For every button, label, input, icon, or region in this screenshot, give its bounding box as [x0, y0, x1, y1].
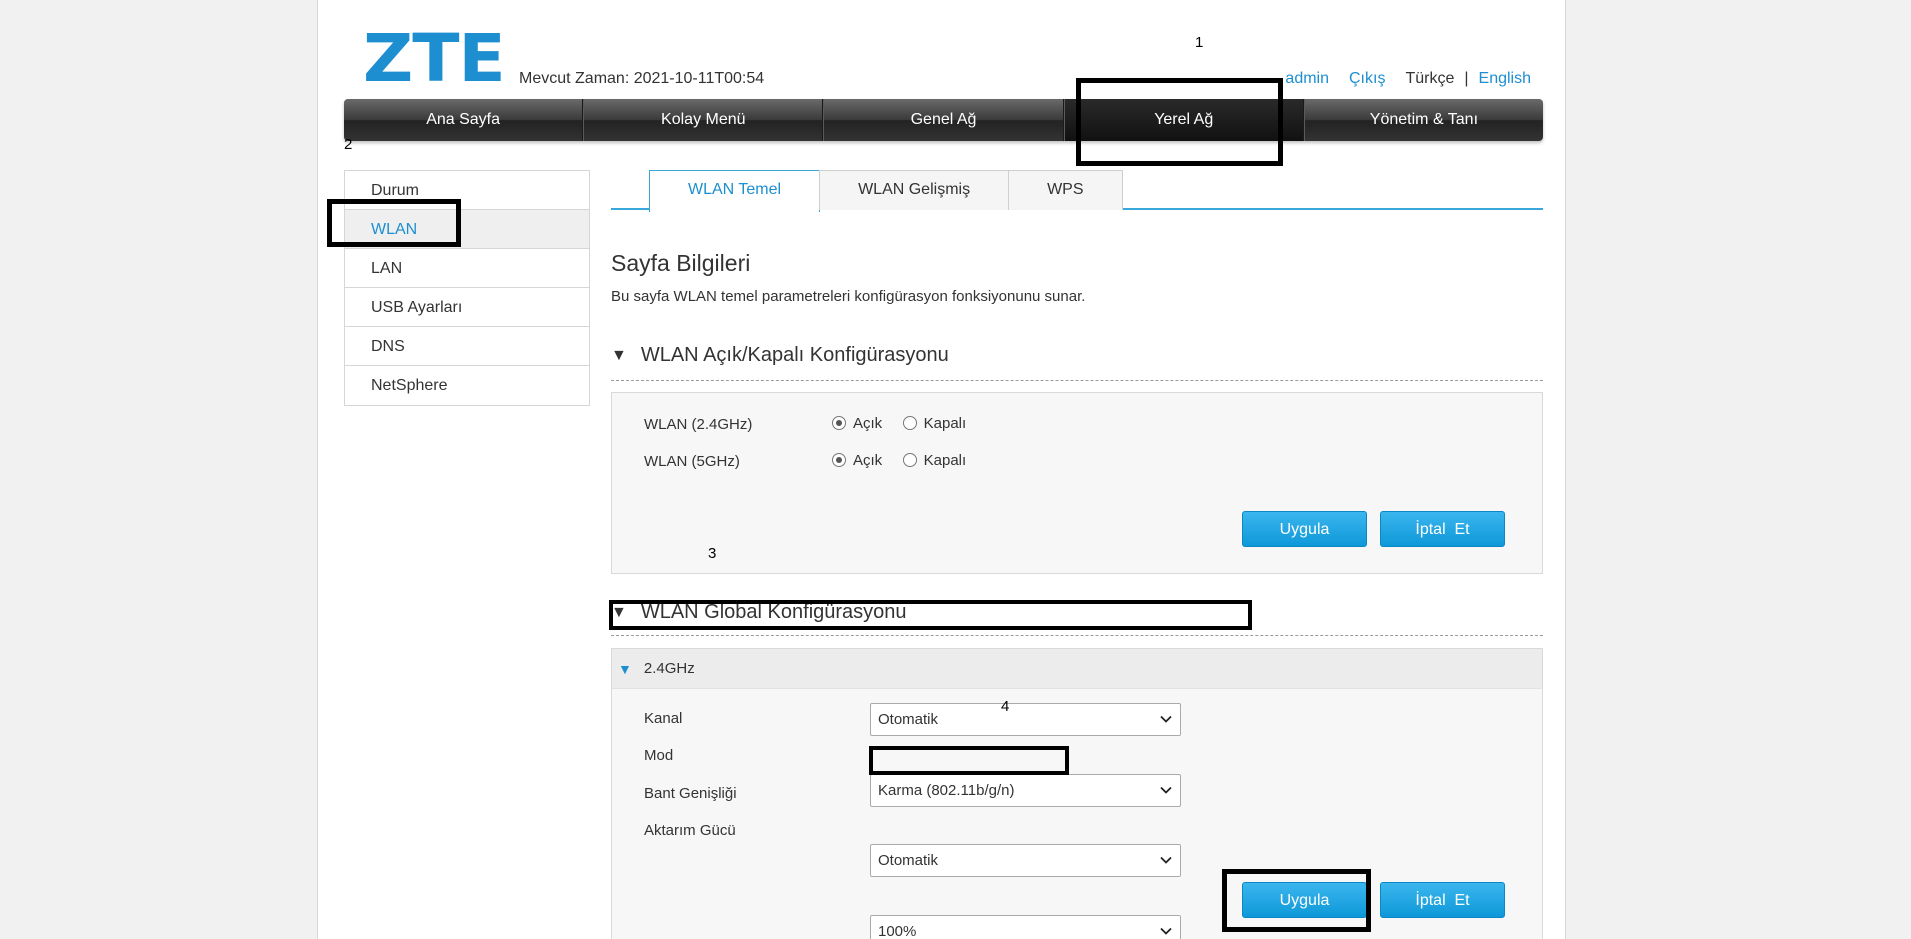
nav-item-easy-menu[interactable]: Kolay Menü: [583, 99, 824, 141]
bandwidth-select[interactable]: Otomatik: [870, 844, 1181, 877]
bandwidth-value: Otomatik: [878, 852, 939, 869]
sidebar-item-netsphere[interactable]: NetSphere: [345, 366, 589, 405]
annotation-box-global-section: [609, 600, 1252, 630]
annotation-box-apply: [1222, 869, 1371, 932]
annotation-number-3: 3: [708, 545, 717, 562]
tx-power-label: Aktarım Gücü: [644, 822, 736, 839]
wlan-5-radios: Açık Kapalı: [832, 452, 982, 470]
tx-power-value: 100%: [878, 923, 917, 939]
wlan-24-off-label: Kapalı: [923, 415, 967, 432]
triangle-down-icon: ▼: [618, 660, 632, 677]
mode-value: Karma (802.11b/g/n): [878, 782, 1015, 799]
onoff-section-header[interactable]: ▼ WLAN Açık/Kapalı Konfigürasyonu: [611, 344, 949, 367]
global-cancel-button[interactable]: İptal Et: [1380, 882, 1505, 918]
language-separator: |: [1464, 70, 1469, 87]
annotation-box-mode: [869, 746, 1069, 775]
mode-select[interactable]: Karma (802.11b/g/n): [870, 774, 1181, 807]
sidebar-item-dns[interactable]: DNS: [345, 327, 589, 366]
nav-item-wan[interactable]: Genel Ağ: [823, 99, 1064, 141]
tx-power-select[interactable]: 100%: [870, 915, 1181, 939]
bandwidth-label: Bant Genişliği: [644, 785, 737, 802]
onoff-apply-button[interactable]: Uygula: [1242, 511, 1367, 547]
chevron-down-icon: [1160, 786, 1172, 794]
main-nav: Ana Sayfa Kolay Menü Genel Ağ Yerel Ağ Y…: [344, 99, 1543, 141]
global-config-box: Kanal Otomatik Mod Karma (802.11b/g/n) B…: [611, 688, 1543, 939]
router-admin-page: ZTE Mevcut Zaman: 2021-10-11T00:54 admin…: [317, 0, 1566, 939]
wlan-5-on-radio[interactable]: [832, 453, 846, 467]
wlan-tabs: WLAN Temel WLAN Gelişmiş WPS: [611, 170, 1543, 212]
chevron-down-icon: [1160, 856, 1172, 864]
user-link[interactable]: admin: [1285, 70, 1329, 88]
onoff-config-box: WLAN (2.4GHz) Açık Kapalı WLAN (5GHz) Aç…: [611, 392, 1543, 574]
wlan-24-radios: Açık Kapalı: [832, 415, 982, 433]
language-turkish[interactable]: Türkçe: [1405, 70, 1454, 88]
chevron-down-icon: [1160, 715, 1172, 723]
tab-wps[interactable]: WPS: [1008, 170, 1123, 210]
wlan-5-off-radio[interactable]: [902, 453, 917, 467]
triangle-down-icon: ▼: [611, 346, 627, 364]
mode-label: Mod: [644, 747, 674, 764]
tab-wlan-basic[interactable]: WLAN Temel: [649, 170, 821, 212]
page-info-description: Bu sayfa WLAN temel parametreleri konfig…: [611, 288, 1086, 305]
onoff-section-title: WLAN Açık/Kapalı Konfigürasyonu: [640, 344, 949, 366]
wlan-24-on-radio[interactable]: [832, 416, 846, 430]
sidebar-item-lan[interactable]: LAN: [345, 249, 589, 288]
annotation-number-2: 2: [344, 136, 353, 153]
nav-item-management[interactable]: Yönetim & Tanı: [1303, 99, 1543, 141]
top-links: admin Çıkış Türkçe | English: [1285, 70, 1531, 88]
channel-value: Otomatik: [878, 711, 939, 728]
language-english-link[interactable]: English: [1479, 70, 1531, 88]
channel-select[interactable]: Otomatik: [870, 703, 1181, 736]
current-time: Mevcut Zaman: 2021-10-11T00:54: [519, 70, 765, 87]
wlan-24-on-label: Açık: [853, 415, 883, 432]
wlan-5-off-label: Kapalı: [923, 452, 967, 469]
band-24-header[interactable]: ▼ 2.4GHz: [611, 648, 1543, 688]
channel-label: Kanal: [644, 710, 683, 727]
wlan-24-off-radio[interactable]: [902, 416, 917, 430]
band-24-label: 2.4GHz: [643, 660, 695, 677]
chevron-down-icon: [1160, 927, 1172, 935]
annotation-number-1: 1: [1195, 34, 1204, 51]
sidebar-item-usb[interactable]: USB Ayarları: [345, 288, 589, 327]
tab-wlan-advanced[interactable]: WLAN Gelişmiş: [819, 170, 1010, 210]
annotation-box-wlan: [327, 199, 461, 247]
logout-link[interactable]: Çıkış: [1349, 70, 1385, 88]
nav-item-home[interactable]: Ana Sayfa: [344, 99, 584, 141]
zte-logo: ZTE: [363, 20, 506, 97]
wlan-5-on-label: Açık: [853, 452, 883, 469]
page-info-title: Sayfa Bilgileri: [611, 250, 751, 276]
annotation-box-yerel-ag: [1076, 78, 1283, 166]
wlan-24-label: WLAN (2.4GHz): [644, 416, 753, 433]
onoff-cancel-button[interactable]: İptal Et: [1380, 511, 1505, 547]
annotation-number-4: 4: [1001, 698, 1010, 715]
wlan-5-label: WLAN (5GHz): [644, 453, 740, 470]
section-divider: [611, 380, 1543, 381]
section-divider: [611, 635, 1543, 636]
